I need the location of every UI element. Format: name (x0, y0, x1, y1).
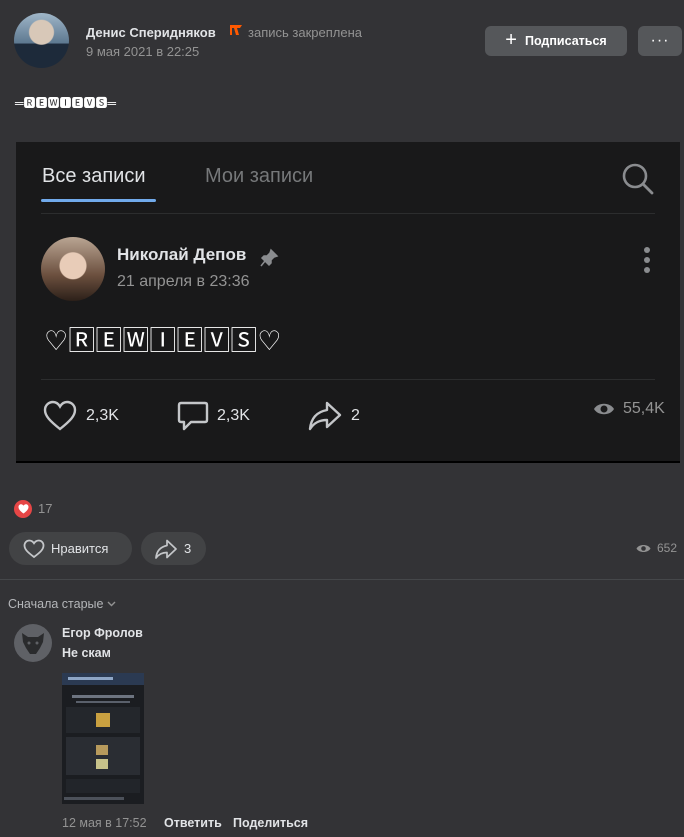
image-views: 55,4K (593, 400, 665, 418)
like-label: Нравится (51, 541, 109, 556)
image-divider (41, 379, 655, 380)
comment-author-avatar[interactable] (14, 624, 52, 662)
divider (0, 579, 684, 580)
pin-icon (260, 248, 279, 267)
heart-outline-icon (43, 400, 77, 431)
vertical-dots-icon (644, 247, 650, 273)
share-comment-link[interactable]: Поделиться (233, 816, 308, 830)
image-author-name: Николай Депов (117, 245, 247, 264)
image-comment-action: 2,3K (177, 400, 250, 432)
image-post-date: 21 апреля в 23:36 (117, 273, 250, 290)
comment-attachment-image[interactable] (62, 673, 144, 804)
search-icon (622, 163, 654, 195)
share-count: 3 (184, 541, 192, 556)
post-text: ═🆁🅴🆆🅸🅴🆅🆂═ (15, 96, 117, 110)
fnatic-badge-icon (230, 25, 242, 35)
pinned-label: запись закреплена (248, 25, 362, 40)
heart-icon (18, 504, 28, 514)
dog-avatar-icon (22, 633, 44, 654)
attachment-preview (62, 673, 144, 800)
comment-text: Не скам (62, 646, 111, 660)
image-shares-count: 2 (351, 407, 360, 424)
comment-date[interactable]: 12 мая в 17:52 (62, 816, 147, 830)
image-divider (41, 213, 655, 214)
views-counter: 652 (636, 541, 677, 555)
comment-author-name[interactable]: Егор Фролов (62, 626, 143, 640)
heart-outline-icon (23, 539, 45, 558)
more-icon: ··· (650, 32, 670, 49)
image-share-action: 2 (307, 400, 360, 432)
share-icon (308, 401, 342, 431)
more-button[interactable]: ··· (638, 26, 682, 56)
heart-reaction-icon[interactable] (14, 500, 32, 518)
image-tab-underline (41, 199, 156, 202)
post-image[interactable]: Все записи Мои записи Николай Депов 21 а… (16, 142, 680, 463)
views-count: 652 (657, 541, 678, 555)
subscribe-label: Подписаться (524, 34, 607, 48)
image-likes-count: 2,3K (86, 407, 119, 424)
author-avatar[interactable] (14, 13, 69, 68)
like-button[interactable]: Нравится (9, 532, 132, 565)
share-button[interactable]: 3 (141, 532, 206, 565)
image-author-avatar (41, 237, 105, 301)
plus-icon: + (505, 29, 517, 51)
image-views-count: 55,4K (623, 400, 665, 417)
image-tab-all: Все записи (42, 165, 146, 187)
post-date[interactable]: 9 мая 2021 в 22:25 (86, 44, 199, 59)
sort-label: Сначала старые (8, 597, 104, 611)
eye-icon (636, 544, 651, 552)
comments-sort-dropdown[interactable]: Сначала старые (8, 597, 116, 611)
image-tab-mine: Мои записи (205, 165, 314, 187)
share-icon (155, 539, 177, 559)
image-post-text: ♡🅁🄴🅆🄸🄴🅅🅂♡ (44, 326, 282, 356)
reaction-count[interactable]: 17 (38, 501, 52, 516)
reply-link[interactable]: Ответить (164, 816, 222, 830)
eye-icon (594, 403, 614, 415)
image-comments-count: 2,3K (217, 407, 250, 424)
comment-icon (177, 401, 209, 431)
image-like-action: 2,3K (42, 400, 119, 432)
author-name[interactable]: Денис Сперидняков (86, 25, 216, 40)
subscribe-button[interactable]: + Подписаться (485, 26, 627, 56)
chevron-down-icon (107, 601, 116, 607)
